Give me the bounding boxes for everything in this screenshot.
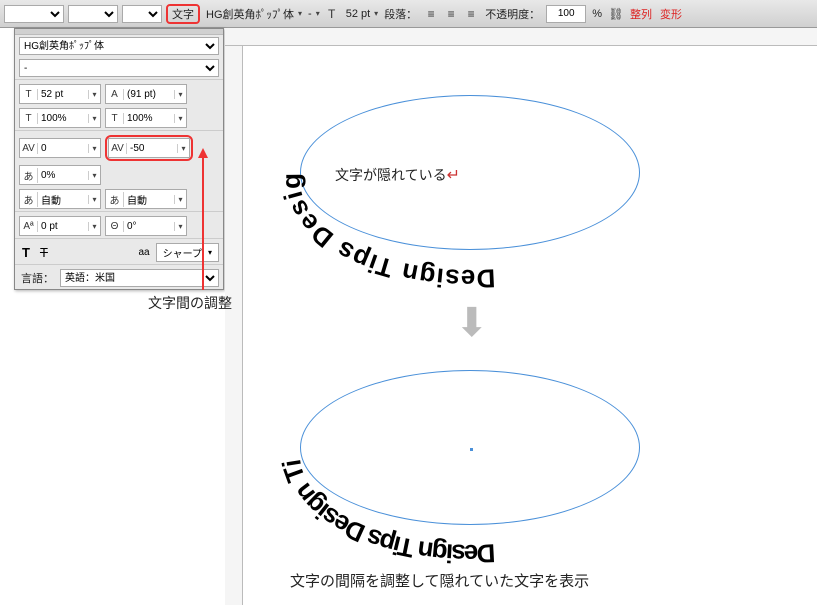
transform-link[interactable]: 変形 <box>658 6 684 22</box>
tracking-highlight: AV▾ <box>105 135 193 161</box>
align-left-icon[interactable]: ≡ <box>423 6 439 22</box>
tracking-icon: AV <box>109 143 127 154</box>
hauto-icon: あ <box>106 192 124 207</box>
unknown-select-1[interactable] <box>4 5 64 23</box>
font-size-icon: T <box>20 89 38 100</box>
panel-font-style[interactable]: - <box>19 59 219 77</box>
t-caps-icon[interactable]: T <box>19 245 33 260</box>
arrow-down-icon: ⬇ <box>455 300 489 346</box>
percent-label: % <box>590 8 604 20</box>
baseline-icon: Aª <box>20 221 38 232</box>
align-center-icon[interactable]: ≡ <box>443 6 459 22</box>
character-panel: HG創英角ﾎﾟｯﾌﾟ体 - T▾ A▾ T▾ T▾ AV▾ AV▾ あ▾ あ▾ … <box>14 28 224 290</box>
link-icon[interactable]: ⛓ <box>608 6 624 22</box>
opacity-input[interactable] <box>546 5 586 23</box>
leading-field[interactable]: A▾ <box>105 84 187 104</box>
vauto-icon: あ <box>20 192 38 207</box>
antialias-label: aa <box>136 247 151 258</box>
language-label: 言語： <box>19 270 56 286</box>
text-path-ellipse-after[interactable] <box>300 370 640 525</box>
vertical-ruler <box>225 46 243 605</box>
unknown-select-2[interactable] <box>68 5 118 23</box>
rotate-field[interactable]: Θ▾ <box>105 216 187 236</box>
language-dropdown[interactable]: 英語：米国 <box>60 269 219 287</box>
vscale-icon: T <box>106 113 124 124</box>
unknown-select-3[interactable] <box>122 5 162 23</box>
baseline-field[interactable]: Aª▾ <box>19 216 101 236</box>
align-link[interactable]: 整列 <box>628 6 654 22</box>
align-right-icon[interactable]: ≡ <box>463 6 479 22</box>
tracking-adjust-annotation: 文字間の調整 <box>148 293 232 313</box>
hscale-field[interactable]: T▾ <box>19 108 101 128</box>
hidden-text-annotation: 文字が隠れている↵ <box>335 165 460 185</box>
vertical-auto-field[interactable]: あ▾ <box>19 189 101 209</box>
tsume-icon: あ <box>20 168 38 183</box>
horizontal-ruler <box>225 28 817 46</box>
vscale-field[interactable]: T▾ <box>105 108 187 128</box>
top-toolbar: 文字 HG創英角ﾎﾟｯﾌﾟ体 - T 52 pt 段落： ≡ ≡ ≡ 不透明度：… <box>0 0 817 28</box>
panel-font-family[interactable]: HG創英角ﾎﾟｯﾌﾟ体 <box>19 37 219 55</box>
bottom-annotation: 文字の間隔を調整して隠れていた文字を表示 <box>290 570 589 591</box>
kerning-field[interactable]: AV▾ <box>19 138 101 158</box>
font-size-icon: T <box>324 6 340 22</box>
tracking-field[interactable]: AV▾ <box>108 138 190 158</box>
font-family-dropdown[interactable]: HG創英角ﾎﾟｯﾌﾟ体 <box>204 6 302 22</box>
opacity-label: 不透明度： <box>483 6 542 22</box>
kerning-icon: AV <box>20 143 38 154</box>
antialias-dropdown[interactable]: シャープ <box>156 243 219 262</box>
t-strike-icon[interactable]: T <box>37 245 51 260</box>
hscale-icon: T <box>20 113 38 124</box>
font-size-dropdown[interactable]: 52 pt <box>344 8 378 20</box>
font-size-field[interactable]: T▾ <box>19 84 101 104</box>
leading-icon: A <box>106 89 124 100</box>
tsume-field[interactable]: あ▾ <box>19 165 101 185</box>
font-style-dropdown[interactable]: - <box>306 8 320 20</box>
character-tab-highlight: 文字 <box>166 4 200 24</box>
rotate-icon: Θ <box>106 221 124 232</box>
character-tab[interactable]: 文字 <box>170 9 196 21</box>
paragraph-label: 段落： <box>382 6 419 22</box>
tracking-arrow <box>202 150 204 290</box>
horizontal-auto-field[interactable]: あ▾ <box>105 189 187 209</box>
